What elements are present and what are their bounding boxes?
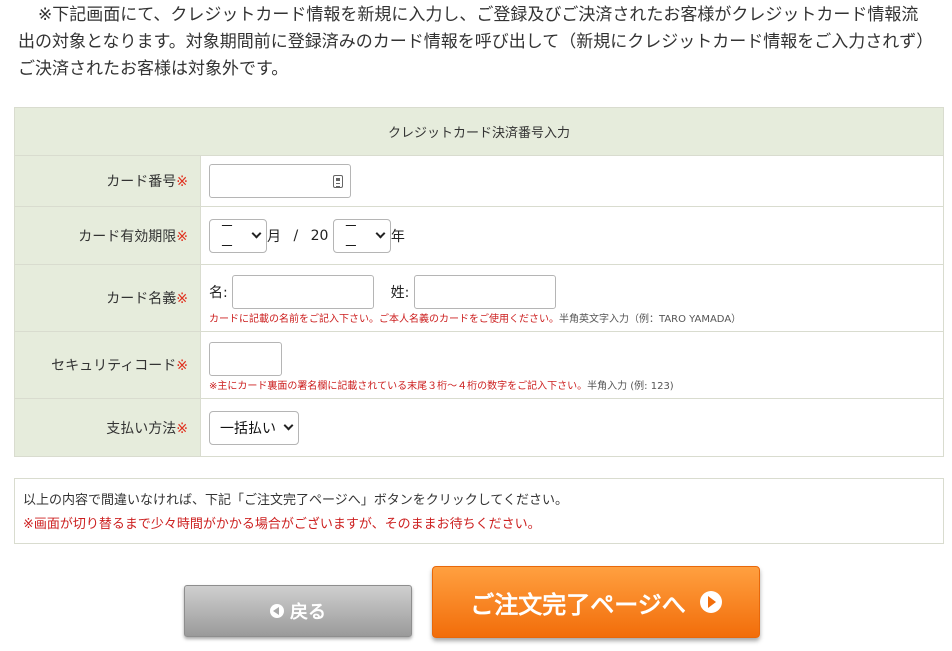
card-icon [333, 175, 343, 188]
card-name-row: カード名義※ 名: 姓: カードに記載の名前をご記入下さい。ご本人名義のカードを… [14, 264, 944, 332]
notice-text: ※下記画面にて、クレジットカード情報を新規に入力し、ご登録及びご決済されたお客様… [18, 5, 934, 79]
wait-warning: ※画面が切り替るまで少々時間がかかる場合がございますが、そのままお待ちください。 [23, 517, 541, 532]
year-suffix: 年 [390, 228, 405, 245]
chevron-down-icon [283, 420, 294, 431]
security-code-label: セキュリティコード※ [14, 331, 201, 399]
expiry-month-select[interactable]: －－ [209, 218, 267, 255]
order-complete-button-label: ご注文完了ページへ [470, 590, 686, 619]
month-suffix: 月 [267, 228, 281, 245]
required-mark: ※ [176, 358, 188, 374]
required-mark: ※ [176, 228, 188, 245]
arrow-right-circle-icon [699, 591, 722, 613]
expiry-row: カード有効期限※ －－ 月 / 20 －－ 年 [14, 206, 944, 265]
first-name-label: 名: [209, 284, 228, 301]
card-number-label: カード番号※ [14, 155, 201, 207]
security-code-hint: ※主にカード裏面の署名欄に記載されている末尾３桁～４桁の数字をご記入下さい。半角… [209, 380, 674, 392]
card-number-row: カード番号※ [14, 155, 944, 207]
order-complete-button[interactable]: ご注文完了ページへ [432, 566, 760, 638]
arrow-left-circle-icon [270, 604, 284, 618]
required-mark: ※ [176, 420, 188, 437]
security-code-row: セキュリティコード※ ※主にカード裏面の署名欄に記載されている末尾３桁～４桁の数… [14, 331, 944, 399]
security-code-input[interactable] [209, 341, 282, 376]
card-name-hint: カードに記載の名前をご記入下さい。ご本人名義のカードをご使用ください。半角英文字… [209, 313, 742, 325]
payment-method-select[interactable]: 一括払い [209, 410, 299, 445]
confirm-line: 以上の内容で間違いなければ、下記「ご注文完了ページへ」ボタンをクリックしてくださ… [23, 493, 568, 508]
back-button-label: 戻る [290, 602, 326, 623]
chevron-down-icon [375, 228, 386, 239]
card-name-label: カード名義※ [14, 264, 201, 332]
expiry-separator: / [293, 227, 299, 244]
form-title: クレジットカード決済番号入力 [14, 107, 944, 156]
payment-method-label: 支払い方法※ [14, 398, 201, 457]
year-prefix: 20 [310, 227, 329, 244]
card-number-input[interactable] [209, 164, 351, 198]
required-mark: ※ [176, 174, 188, 190]
expiry-year-select[interactable]: －－ [332, 218, 391, 255]
first-name-input[interactable] [232, 274, 375, 309]
chevron-down-icon [251, 228, 262, 239]
required-mark: ※ [176, 291, 188, 307]
last-name-input[interactable] [413, 274, 556, 309]
confirm-message: 以上の内容で間違いなければ、下記「ご注文完了ページへ」ボタンをクリックしてくださ… [14, 478, 944, 544]
last-name-label: 姓: [390, 284, 410, 301]
expiry-label: カード有効期限※ [14, 206, 201, 265]
back-button[interactable]: 戻る [184, 585, 412, 637]
payment-method-row: 支払い方法※ 一括払い [14, 398, 944, 457]
credit-card-form: クレジットカード決済番号入力 カード番号※ カード有効期限※ －－ 月 / 20… [14, 107, 944, 457]
